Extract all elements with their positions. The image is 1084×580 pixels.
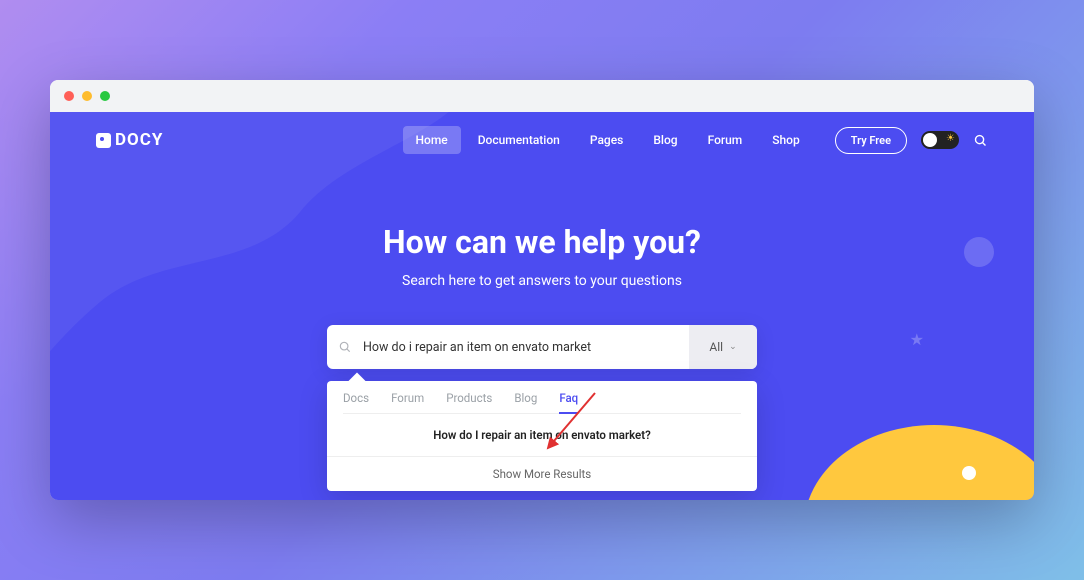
site-hero: ★ DOCY Home Documentation Pages Blog For… — [50, 112, 1034, 500]
minimize-window-icon[interactable] — [82, 91, 92, 101]
search-bar: All ⌄ — [327, 325, 757, 369]
hero-section: How can we help you? Search here to get … — [50, 168, 1034, 491]
nav-item-home[interactable]: Home — [403, 126, 461, 154]
search-filter-dropdown[interactable]: All ⌄ — [689, 325, 757, 369]
top-nav: DOCY Home Documentation Pages Blog Forum… — [50, 112, 1034, 168]
close-window-icon[interactable] — [64, 91, 74, 101]
nav-item-blog[interactable]: Blog — [640, 126, 690, 154]
theme-toggle[interactable]: ☀ — [921, 131, 959, 149]
results-tab-forum[interactable]: Forum — [391, 391, 424, 405]
results-tab-products[interactable]: Products — [446, 391, 492, 405]
results-tab-docs[interactable]: Docs — [343, 391, 369, 405]
nav-item-shop[interactable]: Shop — [759, 126, 813, 154]
nav-item-forum[interactable]: Forum — [695, 126, 756, 154]
search-filter-value: All — [709, 340, 723, 354]
chevron-down-icon: ⌄ — [729, 342, 737, 352]
logo-icon — [96, 133, 111, 148]
search-results-panel: Docs Forum Products Blog Faq How do I re… — [327, 381, 757, 491]
result-item[interactable]: How do I repair an item on envato market… — [343, 414, 741, 456]
window-titlebar — [50, 80, 1034, 112]
try-free-button[interactable]: Try Free — [835, 127, 907, 154]
search-container: All ⌄ Docs Forum Products Blog Faq How d… — [327, 325, 757, 491]
results-tabs: Docs Forum Products Blog Faq — [343, 391, 741, 414]
hero-title: How can we help you? — [50, 223, 1034, 261]
show-more-button[interactable]: Show More Results — [327, 456, 757, 491]
search-icon — [327, 325, 363, 369]
toggle-knob — [923, 133, 937, 147]
results-tab-faq[interactable]: Faq — [559, 391, 578, 405]
nav-menu: Home Documentation Pages Blog Forum Shop — [403, 126, 813, 154]
browser-window: ★ DOCY Home Documentation Pages Blog For… — [50, 80, 1034, 500]
brand-logo[interactable]: DOCY — [96, 130, 163, 150]
search-input[interactable] — [363, 325, 689, 369]
maximize-window-icon[interactable] — [100, 91, 110, 101]
sun-icon: ☀ — [946, 133, 955, 144]
results-tab-blog[interactable]: Blog — [514, 391, 537, 405]
brand-name: DOCY — [115, 130, 163, 150]
nav-search-icon[interactable] — [973, 133, 988, 148]
nav-actions: Try Free ☀ — [835, 127, 988, 154]
nav-item-pages[interactable]: Pages — [577, 126, 636, 154]
hero-subtitle: Search here to get answers to your quest… — [50, 273, 1034, 289]
nav-item-documentation[interactable]: Documentation — [465, 126, 573, 154]
